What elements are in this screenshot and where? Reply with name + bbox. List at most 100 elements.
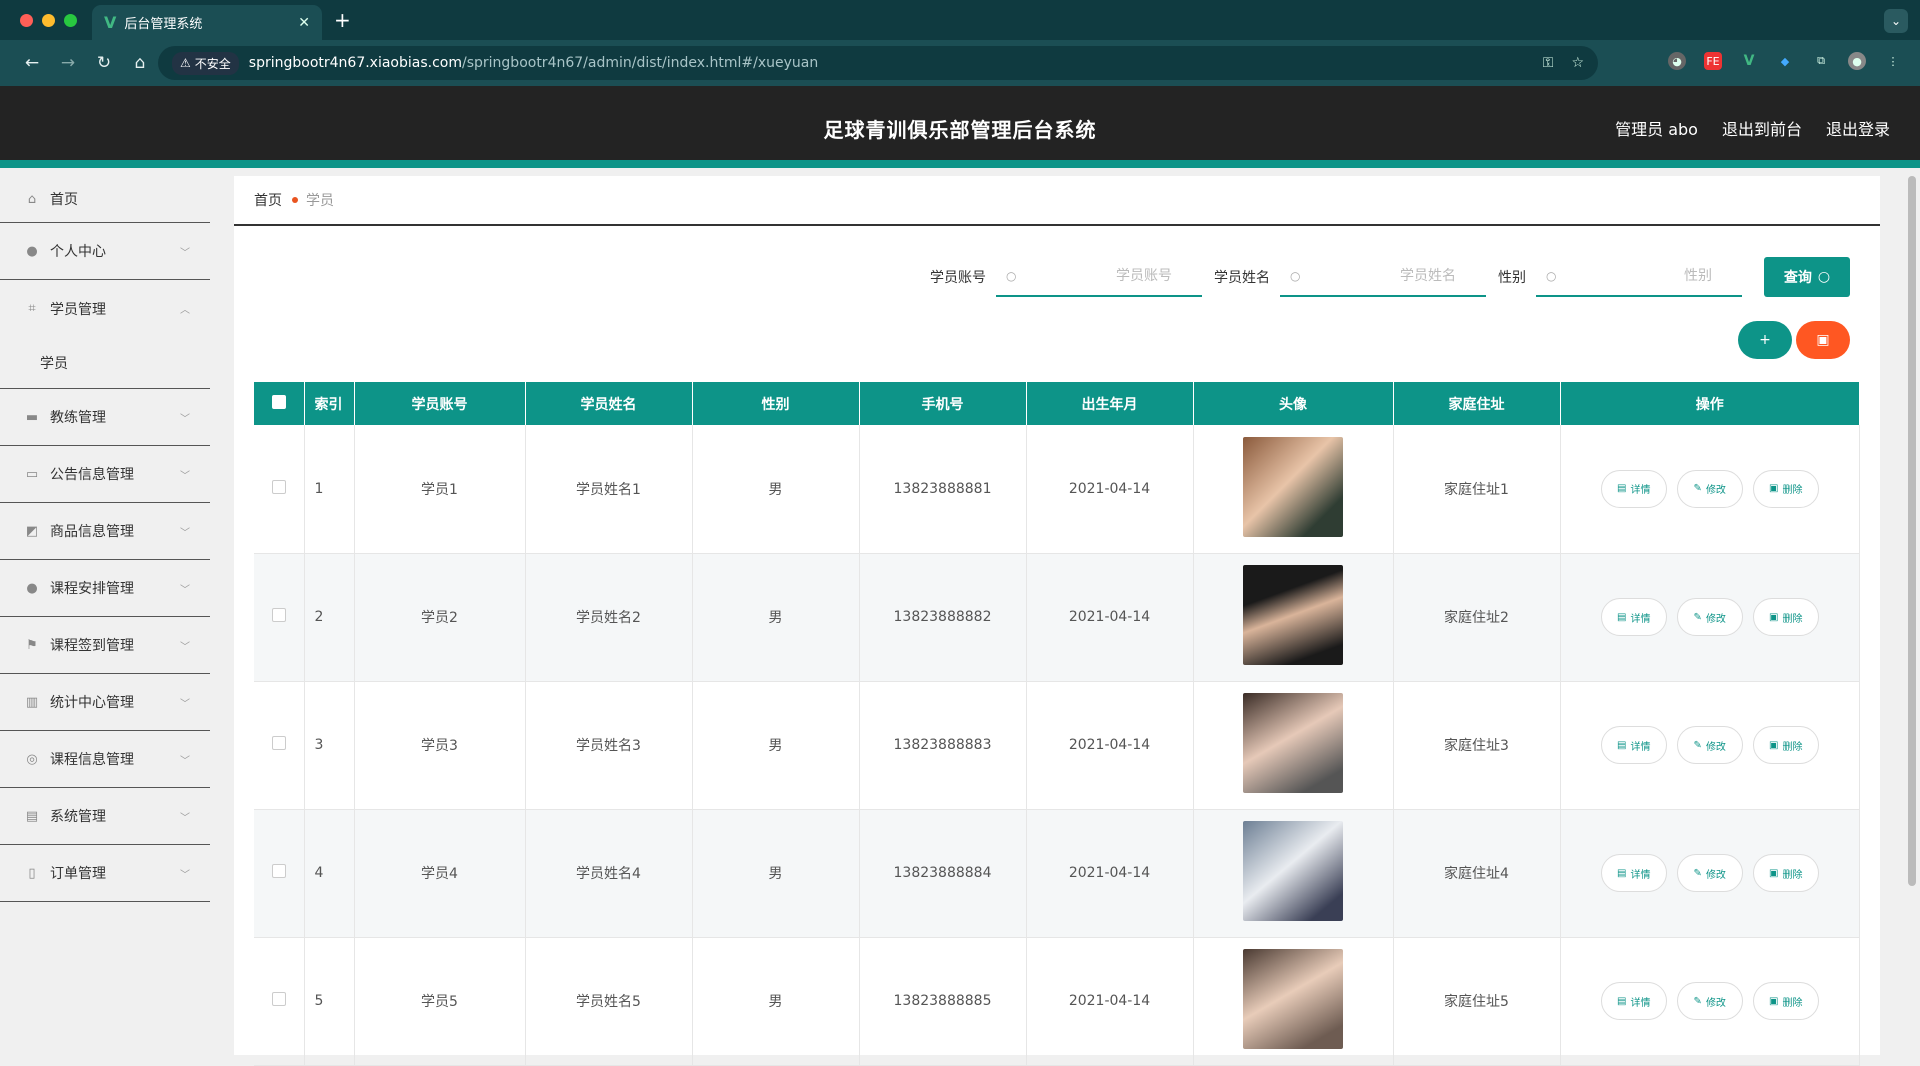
document-icon: ▤ <box>1617 483 1627 495</box>
delete-button[interactable]: ▣ 删除 <box>1752 469 1819 508</box>
sidebar-item-system[interactable]: ▤ 系统管理 ﹀ <box>0 788 210 845</box>
sidebar-item-coach[interactable]: ▬ 教练管理 ﹀ <box>0 389 210 446</box>
profile-avatar-icon[interactable]: ● <box>1848 52 1866 70</box>
tab-close-icon[interactable]: ✕ <box>298 15 310 31</box>
chevron-down-icon: ﹀ <box>180 641 190 653</box>
gender-label: 性别 <box>1498 270 1526 286</box>
col-header-phone: 手机号 <box>859 382 1027 425</box>
row-checkbox[interactable] <box>271 608 286 622</box>
row-checkbox[interactable] <box>271 479 286 494</box>
col-header-birth: 出生年月 <box>1026 382 1194 425</box>
trash-icon: ▣ <box>1769 483 1779 495</box>
sidebar-item-course-schedule[interactable]: ● 课程安排管理 ﹀ <box>0 560 210 617</box>
detail-button[interactable]: ▤ 详情 <box>1600 726 1667 764</box>
browser-tab[interactable]: V 后台管理系统 ✕ <box>92 5 322 40</box>
exit-to-front-link[interactable]: 退出到前台 <box>1722 116 1802 140</box>
search-icon: ○ <box>1546 269 1557 283</box>
reload-icon[interactable]: ↻ <box>86 53 122 73</box>
row-checkbox[interactable] <box>271 736 286 750</box>
cell-account: 学员1 <box>354 425 526 554</box>
bookmark-star-icon[interactable]: ☆ <box>1571 55 1584 71</box>
sidebar-item-checkin[interactable]: ⚑ 课程签到管理 ﹀ <box>0 617 210 674</box>
row-checkbox[interactable] <box>271 992 286 1006</box>
user-icon: ● <box>26 243 38 259</box>
action-buttons: + ▣ <box>1738 321 1850 359</box>
tab-search-chevron-icon[interactable]: ⌄ <box>1884 9 1908 33</box>
user-icon: ● <box>26 580 38 596</box>
chevron-down-icon: ﹀ <box>180 470 190 482</box>
student-table: 索引 学员账号 学员姓名 性别 手机号 出生年月 头像 家庭住址 操作 1 学员… <box>254 382 1860 1066</box>
detail-button[interactable]: ▤ 详情 <box>1600 598 1667 636</box>
minimize-window-button[interactable] <box>42 14 55 27</box>
edit-button[interactable]: ✎ 修改 <box>1676 469 1743 508</box>
key-icon[interactable]: ⚿ <box>1543 55 1554 71</box>
edit-button[interactable]: ✎ 修改 <box>1676 726 1743 764</box>
row-checkbox[interactable] <box>271 864 286 878</box>
query-button[interactable]: 查询 ○ <box>1764 257 1850 297</box>
sidebar-item-home[interactable]: ⌂ 首页 <box>0 176 210 223</box>
gender-search-input[interactable] <box>1536 257 1742 295</box>
delete-button[interactable]: ▣ 删除 <box>1752 598 1819 636</box>
search-icon: ○ <box>1817 269 1831 285</box>
forward-arrow-icon[interactable]: → <box>50 53 86 73</box>
page-scrollbar[interactable] <box>1908 176 1916 886</box>
cell-phone: 13823888884 <box>859 809 1027 938</box>
extension-monkey-icon[interactable]: ◕ <box>1668 52 1686 70</box>
app-header: 足球青训俱乐部管理后台系统 管理员 abo 退出到前台 退出登录 <box>0 86 1920 168</box>
flag-icon: ⚑ <box>26 637 38 653</box>
sidebar-item-stats[interactable]: ▥ 统计中心管理 ﹀ <box>0 674 210 731</box>
trash-icon: ▣ <box>1769 739 1779 751</box>
extensions-puzzle-icon[interactable]: ⧉ <box>1812 52 1830 70</box>
edit-button[interactable]: ✎ 修改 <box>1676 982 1743 1020</box>
detail-button[interactable]: ▤ 详情 <box>1600 469 1667 508</box>
sidebar-item-personal[interactable]: ● 个人中心 ﹀ <box>0 223 210 280</box>
edit-button[interactable]: ✎ 修改 <box>1676 598 1743 636</box>
address-bar[interactable]: ⚠ 不安全 springbootr4n67.xiaobias.com/sprin… <box>158 46 1598 80</box>
detail-button[interactable]: ▤ 详情 <box>1600 982 1667 1020</box>
detail-button[interactable]: ▤ 详情 <box>1600 854 1667 892</box>
cell-index: 4 <box>304 809 355 938</box>
cell-name: 学员姓名2 <box>525 553 693 682</box>
logout-link[interactable]: 退出登录 <box>1826 116 1890 140</box>
account-search-field: ○ <box>996 257 1202 297</box>
sidebar-item-goods[interactable]: ◩ 商品信息管理 ﹀ <box>0 503 210 560</box>
clipboard-icon: ▤ <box>25 808 39 824</box>
sidebar-subitem-student[interactable]: 学员 <box>0 337 210 389</box>
breadcrumb-home[interactable]: 首页 <box>254 190 282 210</box>
cell-index: 3 <box>304 681 355 810</box>
batch-delete-button[interactable]: ▣ <box>1796 321 1850 359</box>
add-button[interactable]: + <box>1738 321 1792 359</box>
back-arrow-icon[interactable]: ← <box>14 53 50 73</box>
trash-icon: ▣ <box>1769 611 1779 623</box>
search-bar: 学员账号 ○ 学员姓名 ○ 性别 ○ 查询 ○ <box>918 257 1850 297</box>
delete-button[interactable]: ▣ 删除 <box>1752 726 1819 764</box>
security-warning[interactable]: ⚠ 不安全 <box>172 51 239 75</box>
account-label: 学员账号 <box>930 270 986 286</box>
delete-button[interactable]: ▣ 删除 <box>1752 854 1819 892</box>
document-icon: ▤ <box>1617 867 1627 879</box>
cell-gender: 男 <box>692 681 860 810</box>
edit-button[interactable]: ✎ 修改 <box>1676 854 1743 892</box>
account-search-input[interactable] <box>996 257 1202 295</box>
sidebar-item-student-mgmt[interactable]: ⌗ 学员管理 ︿ <box>0 280 210 337</box>
delete-button[interactable]: ▣ 删除 <box>1752 982 1819 1020</box>
browser-menu-icon[interactable]: ⋮ <box>1884 52 1902 70</box>
sidebar-item-notice[interactable]: ▭ 公告信息管理 ﹀ <box>0 446 210 503</box>
pencil-icon: ✎ <box>1693 739 1702 751</box>
cell-birth: 2021-04-14 <box>1026 809 1194 938</box>
name-search-input[interactable] <box>1280 257 1486 295</box>
maximize-window-button[interactable] <box>64 14 77 27</box>
document-icon: ▤ <box>1617 739 1627 751</box>
sidebar-item-orders[interactable]: ▯ 订单管理 ﹀ <box>0 845 210 902</box>
home-icon[interactable]: ⌂ <box>122 53 158 73</box>
extension-pin-icon[interactable]: ◆ <box>1776 52 1794 70</box>
new-tab-button[interactable]: + <box>334 8 351 32</box>
close-window-button[interactable] <box>20 14 33 27</box>
home-icon: ⌂ <box>27 191 37 207</box>
browser-toolbar: ← → ↻ ⌂ ⚠ 不安全 springbootr4n67.xiaobias.c… <box>0 40 1920 86</box>
extension-vue-icon[interactable]: V <box>1740 52 1758 70</box>
select-all-checkbox[interactable] <box>271 394 286 409</box>
sidebar-item-course-info[interactable]: ◎ 课程信息管理 ﹀ <box>0 731 210 788</box>
extension-fe-icon[interactable]: FE <box>1704 52 1722 70</box>
url-host: springbootr4n67.xiaobias.com <box>248 55 462 71</box>
